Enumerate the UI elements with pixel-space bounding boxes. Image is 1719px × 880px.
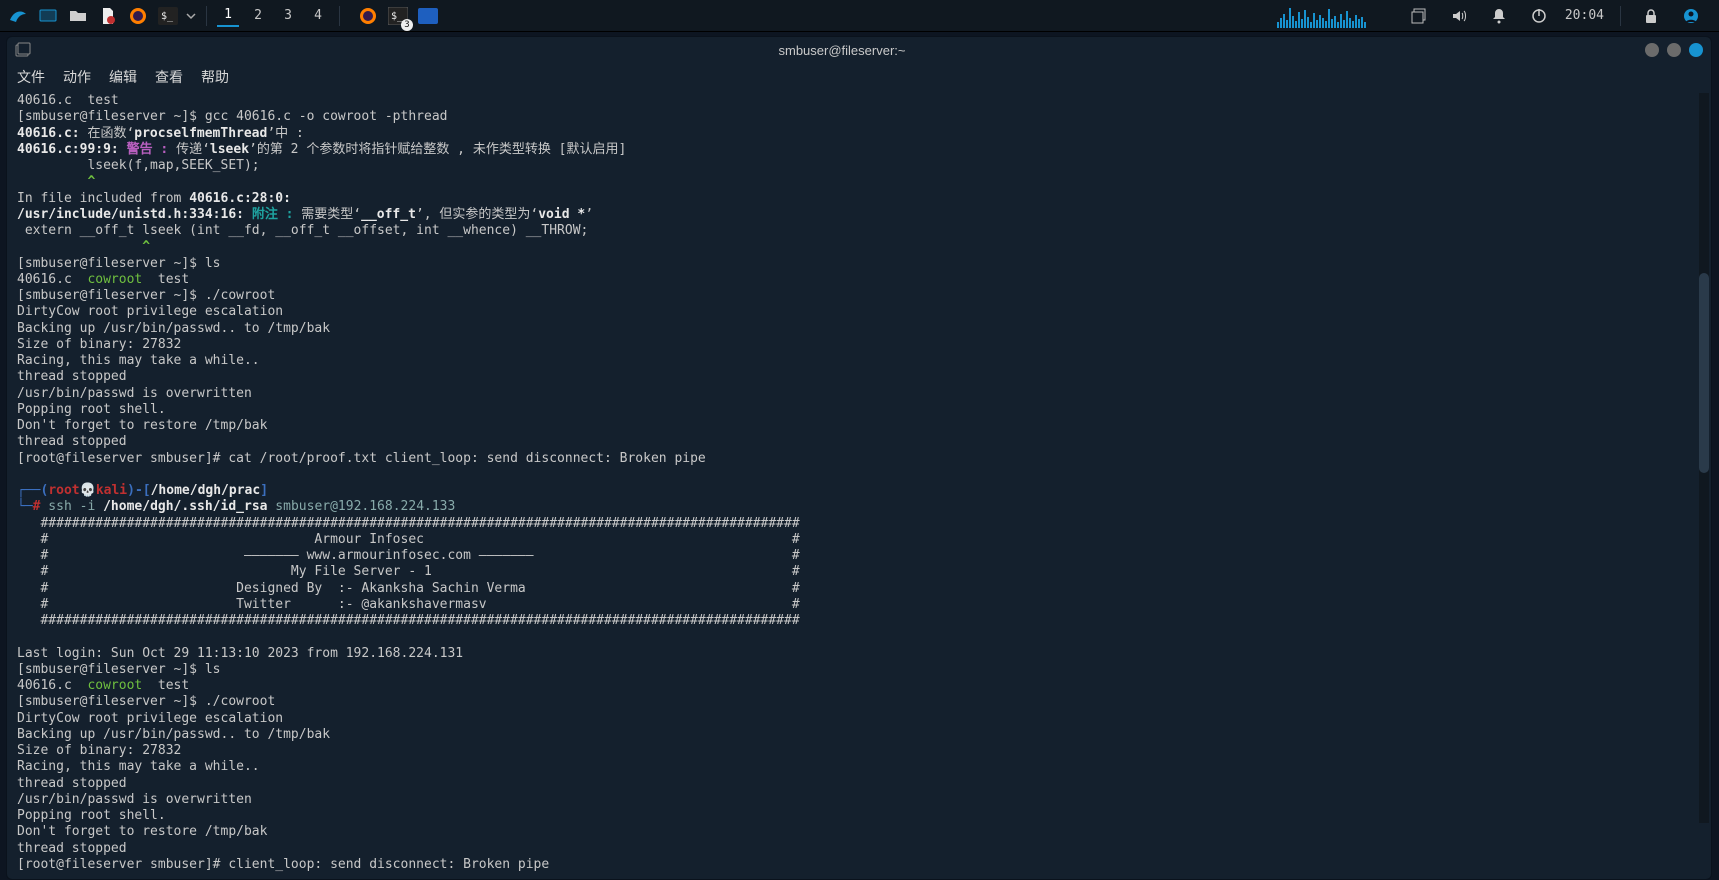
close-button[interactable] (1689, 43, 1703, 57)
term-line: Size of binary: 27832 (17, 743, 181, 758)
menu-help[interactable]: 帮助 (201, 67, 229, 87)
terminal-launcher-icon[interactable]: $_ (154, 2, 182, 30)
term-line: Backing up /usr/bin/passwd.. to /tmp/bak (17, 727, 330, 742)
term-line: Popping root shell. (17, 402, 166, 417)
term-line: /usr/bin/passwd is overwritten (17, 386, 252, 401)
term-line: thread stopped (17, 776, 127, 791)
term-line: Backing up /usr/bin/passwd.. to /tmp/bak (17, 321, 330, 336)
launchers: $_ (4, 2, 200, 30)
menu-actions[interactable]: 动作 (63, 67, 91, 87)
menu-edit[interactable]: 编辑 (109, 67, 137, 87)
scrollbar-thumb[interactable] (1699, 273, 1709, 473)
window-restore-icon[interactable] (1405, 2, 1433, 30)
term-line: DirtyCow root privilege escalation (17, 711, 283, 726)
svg-text:$_: $_ (161, 11, 174, 22)
separator (339, 6, 340, 26)
cpu-graph[interactable] (1275, 4, 1395, 28)
session-icon[interactable] (1677, 2, 1705, 30)
term-line: thread stopped (17, 434, 127, 449)
menubar: 文件 动作 编辑 查看 帮助 (7, 63, 1711, 93)
term-line: 40616.c:99:9: 警告 : 传递‘lseek’的第 2 个参数时将指针… (17, 142, 626, 157)
notifications-icon[interactable] (1485, 2, 1513, 30)
term-line: thread stopped (17, 369, 127, 384)
term-line: [root@fileserver smbuser]# client_loop: … (17, 857, 549, 872)
workspace-2[interactable]: 2 (247, 5, 269, 27)
menu-file[interactable]: 文件 (17, 67, 45, 87)
separator (1620, 6, 1621, 26)
separator (206, 6, 207, 26)
term-line: 40616.c: 在函数‘procselfmemThread’中 : (17, 126, 304, 141)
term-line: /usr/include/unistd.h:334:16: 附注 : 需要类型‘… (17, 207, 593, 222)
workspace-1[interactable]: 1 (217, 5, 239, 27)
term-line: Racing, this may take a while.. (17, 759, 260, 774)
workspace-4[interactable]: 4 (307, 5, 329, 27)
term-line: lseek(f,map,SEEK_SET); (17, 158, 260, 173)
term-line: Popping root shell. (17, 808, 166, 823)
dropdown-icon[interactable] (184, 2, 198, 30)
term-line: [smbuser@fileserver ~]$ ./cowroot (17, 694, 275, 709)
term-line: Last login: Sun Oct 29 11:13:10 2023 fro… (17, 646, 463, 661)
term-line: ^ (17, 239, 150, 254)
terminal-window: smbuser@fileserver:~ 文件 动作 编辑 查看 帮助 4061… (6, 36, 1712, 880)
term-line: Don't forget to restore /tmp/bak (17, 418, 267, 433)
kali-prompt-line1: ┌──(root💀kali)-[/home/dgh/prac] (17, 483, 268, 498)
term-line: [smbuser@fileserver ~]$ ls (17, 662, 221, 677)
scrollbar[interactable] (1699, 93, 1709, 823)
term-line: DirtyCow root privilege escalation (17, 304, 283, 319)
firefox-icon[interactable] (124, 2, 152, 30)
task-apps: $_ (354, 2, 444, 30)
banner-line: # My File Server - 1 # (17, 564, 800, 579)
term-line: Don't forget to restore /tmp/bak (17, 824, 267, 839)
show-desktop-icon[interactable] (34, 2, 62, 30)
term-line: 40616.c cowroot test (17, 272, 189, 287)
workspaces: 1 2 3 4 (213, 5, 333, 27)
doc-icon[interactable] (94, 2, 122, 30)
taskbar: $_ 1 2 3 4 $_ (0, 0, 1719, 32)
files-icon[interactable] (64, 2, 92, 30)
term-line: [smbuser@fileserver ~]$ ./cowroot (17, 288, 275, 303)
banner-line: # ——————— www.armourinfosec.com ——————— … (17, 548, 800, 563)
term-line: /usr/bin/passwd is overwritten (17, 792, 252, 807)
term-line: [root@fileserver smbuser]# cat /root/pro… (17, 451, 706, 466)
power-icon[interactable] (1525, 2, 1553, 30)
app-task-icon[interactable] (414, 2, 442, 30)
term-line: thread stopped (17, 841, 127, 856)
minimize-button[interactable] (1645, 43, 1659, 57)
svg-text:$_: $_ (391, 11, 404, 22)
lock-icon[interactable] (1637, 2, 1665, 30)
term-line: In file included from 40616.c:28:0: (17, 191, 291, 206)
new-tab-icon[interactable] (15, 42, 31, 58)
system-tray: 20:04 (1275, 2, 1715, 30)
banner-line: ########################################… (17, 613, 800, 628)
clock[interactable]: 20:04 (1565, 8, 1604, 23)
maximize-button[interactable] (1667, 43, 1681, 57)
term-line: ^ (17, 174, 95, 189)
term-line: [smbuser@fileserver ~]$ ls (17, 256, 221, 271)
term-line: extern __off_t lseek (int __fd, __off_t … (17, 223, 588, 238)
term-line: Racing, this may take a while.. (17, 353, 260, 368)
banner-line: # Twitter :- @akankshavermasv # (17, 597, 800, 612)
terminal-task-icon[interactable]: $_ (384, 2, 412, 30)
banner-line: # Armour Infosec # (17, 532, 800, 547)
titlebar[interactable]: smbuser@fileserver:~ (7, 37, 1711, 63)
term-line: 40616.c test (17, 93, 119, 108)
kali-logo-icon[interactable] (4, 2, 32, 30)
volume-icon[interactable] (1445, 2, 1473, 30)
banner-line: ########################################… (17, 516, 800, 531)
term-line: [smbuser@fileserver ~]$ gcc 40616.c -o c… (17, 109, 447, 124)
terminal-output[interactable]: 40616.c test [smbuser@fileserver ~]$ gcc… (7, 93, 1711, 879)
firefox-task-icon[interactable] (354, 2, 382, 30)
term-line: 40616.c cowroot test (17, 678, 189, 693)
workspace-3[interactable]: 3 (277, 5, 299, 27)
menu-view[interactable]: 查看 (155, 67, 183, 87)
window-title: smbuser@fileserver:~ (39, 43, 1645, 58)
kali-prompt-line2: └─# ssh -i /home/dgh/.ssh/id_rsa smbuser… (17, 499, 455, 514)
term-line: Size of binary: 27832 (17, 337, 181, 352)
banner-line: # Designed By :- Akanksha Sachin Verma # (17, 581, 800, 596)
